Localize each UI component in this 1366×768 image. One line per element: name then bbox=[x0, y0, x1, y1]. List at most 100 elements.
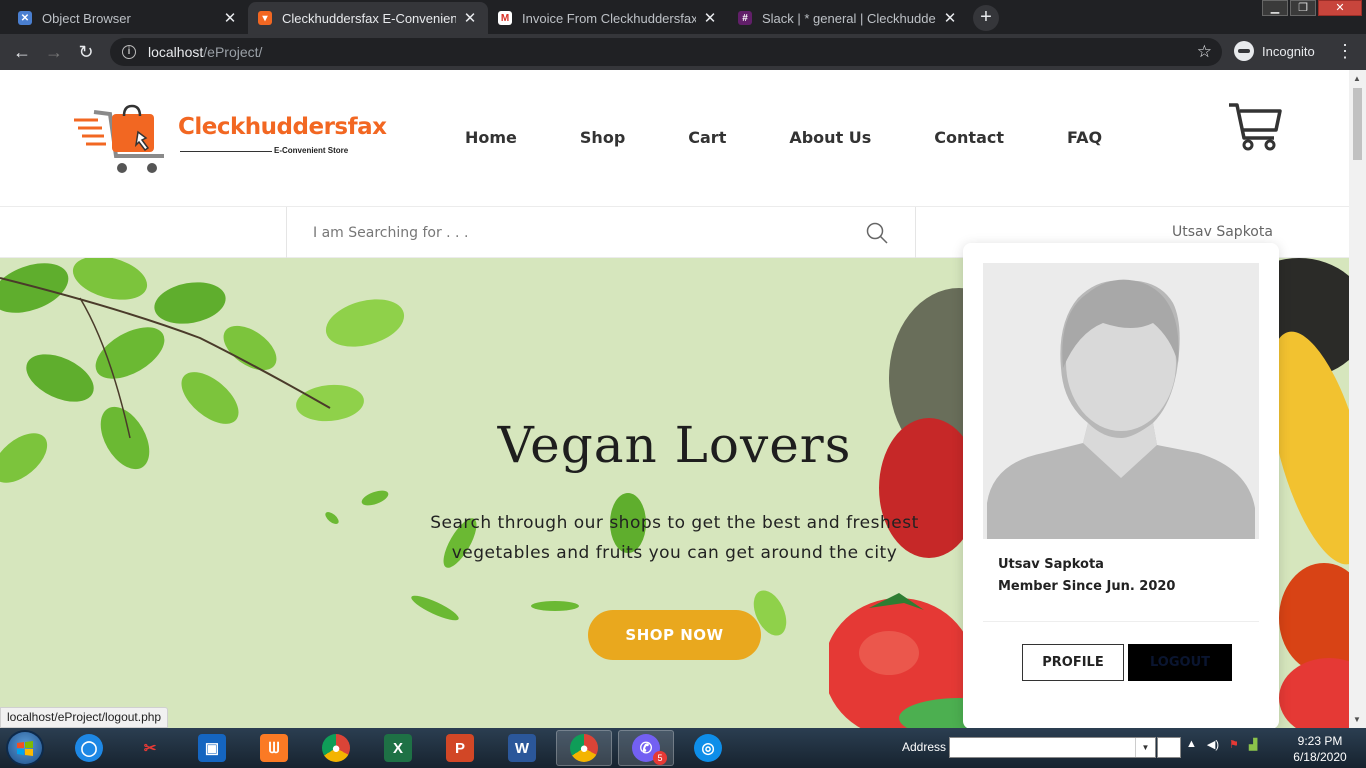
incognito-indicator[interactable]: Incognito bbox=[1234, 41, 1315, 61]
minimize-icon[interactable]: ▁ bbox=[1262, 0, 1288, 16]
show-hidden-icons-icon[interactable]: ▲ bbox=[1186, 738, 1197, 751]
browser-menu-icon[interactable]: ⋮ bbox=[1336, 41, 1354, 62]
forward-arrow-icon[interactable]: → bbox=[42, 40, 66, 64]
default-user-avatar-icon bbox=[987, 279, 1255, 539]
logout-button[interactable]: LOGOUT bbox=[1128, 644, 1232, 681]
taskbar-word[interactable]: W bbox=[494, 730, 550, 766]
web-page: Cleckhuddersfax E-Convenient Store Home … bbox=[0, 70, 1349, 728]
viber-badge: 5 bbox=[653, 751, 667, 765]
page-scrollbar[interactable]: ▲ ▼ bbox=[1349, 70, 1366, 728]
incognito-icon bbox=[1234, 41, 1254, 61]
browser-toolbar: ← → ↻ i localhost/eProject/ ☆ Incognito … bbox=[0, 34, 1366, 70]
incognito-label: Incognito bbox=[1262, 43, 1315, 59]
scroll-up-icon[interactable]: ▲ bbox=[1353, 74, 1361, 83]
clock-date: 6/18/2020 bbox=[1293, 750, 1347, 764]
nav-about-us[interactable]: About Us bbox=[789, 128, 871, 147]
windows-taskbar: ◯ ✂ ▣ ᗯ ● X P W ● ✆ 5 ◎ Address ▼ ▲ ◀) ⚑… bbox=[0, 728, 1366, 768]
powerpoint-icon: P bbox=[446, 734, 474, 762]
word-icon: W bbox=[508, 734, 536, 762]
nav-contact[interactable]: Contact bbox=[934, 128, 1004, 147]
clock-time: 9:23 PM bbox=[1297, 734, 1343, 748]
taskbar-snipping[interactable]: ✂ bbox=[122, 730, 178, 766]
taskbar-chrome[interactable]: ● bbox=[308, 730, 364, 766]
bookmark-star-icon[interactable]: ☆ bbox=[1197, 42, 1212, 62]
cart-icon[interactable] bbox=[1228, 102, 1282, 152]
back-arrow-icon[interactable]: ← bbox=[10, 40, 34, 64]
chrome-icon: ● bbox=[322, 734, 350, 762]
browser-tab-strip: ✕ Object Browser ✕ ▾ Cleckhuddersfax E-C… bbox=[0, 0, 1366, 34]
taskbar-teamviewer[interactable]: ◎ bbox=[680, 730, 736, 766]
taskbar-chrome-active[interactable]: ● bbox=[556, 730, 612, 766]
slack-favicon-icon: # bbox=[738, 11, 752, 25]
ie-icon: ◯ bbox=[75, 734, 103, 762]
site-logo[interactable]: Cleckhuddersfax E-Convenient Store bbox=[72, 104, 387, 178]
hero-subtitle: Search through our shops to get the best… bbox=[430, 513, 919, 563]
url-path: /eProject/ bbox=[203, 44, 263, 60]
search-input[interactable] bbox=[313, 221, 853, 245]
tab-title: Object Browser bbox=[42, 10, 131, 26]
profile-divider bbox=[983, 621, 1259, 622]
gmail-favicon-icon: M bbox=[498, 11, 512, 25]
chrome-active-icon: ● bbox=[570, 734, 598, 762]
site-info-icon[interactable]: i bbox=[122, 45, 136, 59]
scroll-down-icon[interactable]: ▼ bbox=[1353, 715, 1361, 724]
object-browser-favicon-icon: ✕ bbox=[18, 11, 32, 25]
taskbar-viber[interactable]: ✆ 5 bbox=[618, 730, 674, 766]
search-icon[interactable] bbox=[865, 221, 889, 245]
action-center-flag-icon[interactable]: ⚑ bbox=[1229, 738, 1239, 751]
start-button[interactable] bbox=[6, 730, 44, 766]
close-tab-icon[interactable]: ✕ bbox=[702, 9, 718, 27]
reload-icon[interactable]: ↻ bbox=[74, 40, 98, 64]
tab-invoice-gmail[interactable]: M Invoice From Cleckhuddersfax - u ✕ bbox=[488, 2, 728, 34]
tab-title: Cleckhuddersfax E-Convenient St bbox=[282, 10, 456, 26]
address-toolbar-input[interactable]: ▼ bbox=[949, 737, 1156, 758]
close-tab-icon[interactable]: ✕ bbox=[222, 9, 238, 27]
new-tab-button[interactable]: + bbox=[973, 5, 999, 31]
link-status-bubble: localhost/eProject/logout.php bbox=[0, 707, 169, 728]
member-since: Member Since Jun. 2020 bbox=[998, 579, 1176, 594]
taskbar-virtualbox[interactable]: ▣ bbox=[184, 730, 240, 766]
brand-name: Cleckhuddersfax bbox=[178, 114, 387, 140]
profile-name: Utsav Sapkota bbox=[998, 557, 1104, 572]
tab-cleckhuddersfax[interactable]: ▾ Cleckhuddersfax E-Convenient St ✕ bbox=[248, 2, 488, 34]
address-bar[interactable]: i localhost/eProject/ ☆ bbox=[110, 38, 1222, 66]
address-go-button[interactable] bbox=[1157, 737, 1181, 758]
snipping-icon: ✂ bbox=[143, 740, 157, 757]
user-menu-toggle[interactable]: Utsav Sapkota bbox=[1172, 224, 1273, 240]
address-toolbar-label: Address bbox=[902, 740, 947, 754]
brand-divider bbox=[180, 151, 272, 152]
leaves-decoration bbox=[0, 258, 405, 483]
site-header: Cleckhuddersfax E-Convenient Store Home … bbox=[0, 70, 1349, 207]
shop-now-button[interactable]: SHOP NOW bbox=[588, 610, 761, 660]
avatar bbox=[983, 263, 1259, 539]
close-tab-icon[interactable]: ✕ bbox=[942, 9, 958, 27]
system-tray: ▲ ◀) ⚑ ▟ bbox=[1186, 738, 1257, 751]
close-window-icon[interactable]: ✕ bbox=[1318, 0, 1362, 16]
scrollbar-thumb[interactable] bbox=[1353, 88, 1362, 160]
nav-shop[interactable]: Shop bbox=[580, 128, 625, 147]
windows-logo-icon bbox=[17, 741, 33, 756]
tab-slack[interactable]: # Slack | * general | Cleckhuddersfa ✕ bbox=[728, 2, 968, 34]
taskbar-powerpoint[interactable]: P bbox=[432, 730, 488, 766]
network-icon[interactable]: ▟ bbox=[1249, 738, 1257, 751]
main-nav: Home Shop Cart About Us Contact FAQ bbox=[465, 128, 1165, 147]
system-clock[interactable]: 9:23 PM 6/18/2020 bbox=[1280, 733, 1360, 765]
nav-home[interactable]: Home bbox=[465, 128, 517, 147]
close-tab-icon[interactable]: ✕ bbox=[462, 9, 478, 27]
volume-icon[interactable]: ◀) bbox=[1207, 738, 1219, 751]
teamviewer-icon: ◎ bbox=[694, 734, 722, 762]
maximize-icon[interactable]: ❐ bbox=[1290, 0, 1316, 16]
profile-button[interactable]: PROFILE bbox=[1022, 644, 1124, 681]
tab-object-browser[interactable]: ✕ Object Browser ✕ bbox=[8, 2, 248, 34]
nav-cart[interactable]: Cart bbox=[688, 128, 726, 147]
taskbar-xampp[interactable]: ᗯ bbox=[246, 730, 302, 766]
xampp-icon: ᗯ bbox=[260, 734, 288, 762]
taskbar-excel[interactable]: X bbox=[370, 730, 426, 766]
chevron-down-icon[interactable]: ▼ bbox=[1135, 738, 1155, 757]
tab-title: Invoice From Cleckhuddersfax - u bbox=[522, 10, 696, 26]
window-controls: ▁ ❐ ✕ bbox=[1262, 0, 1362, 16]
taskbar-ie[interactable]: ◯ bbox=[61, 730, 117, 766]
nav-faq[interactable]: FAQ bbox=[1067, 128, 1102, 147]
search-box bbox=[286, 207, 916, 258]
tab-title: Slack | * general | Cleckhuddersfa bbox=[762, 10, 936, 26]
